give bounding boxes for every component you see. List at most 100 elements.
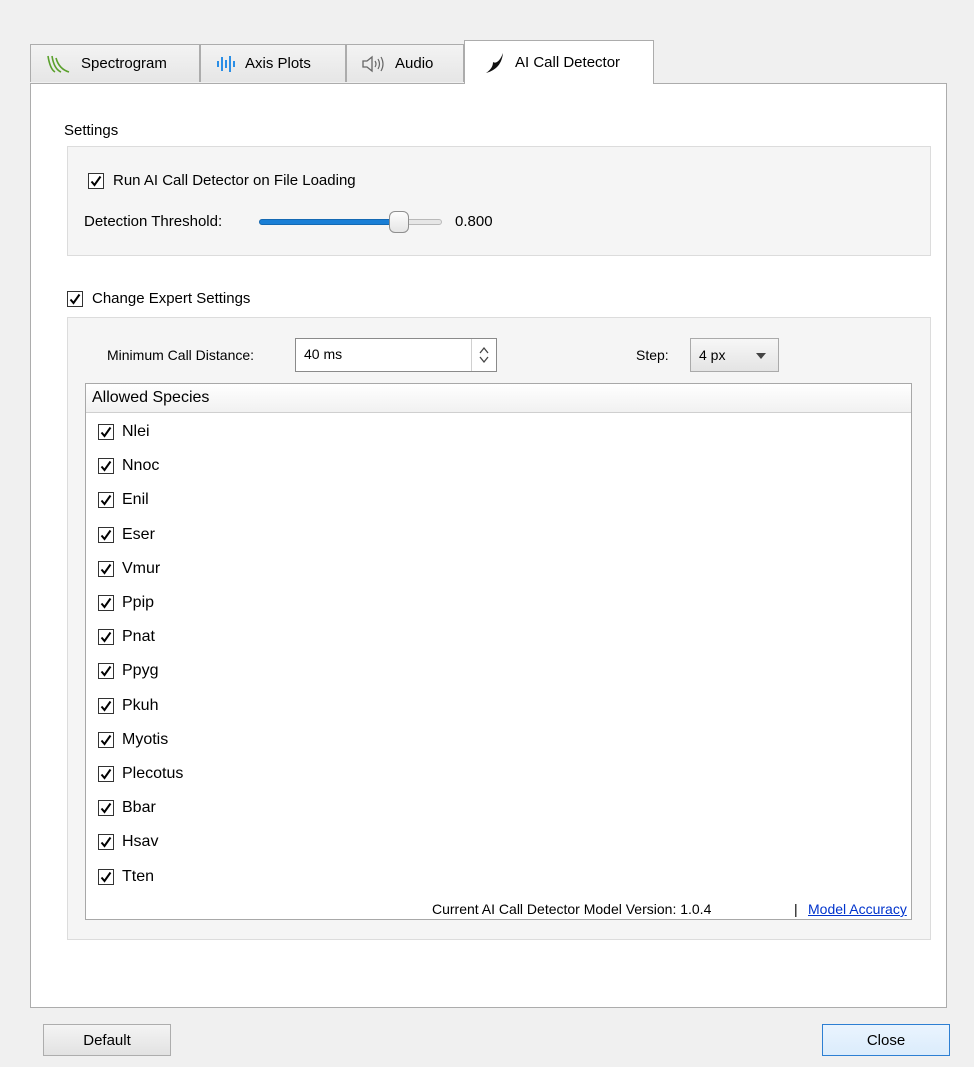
expert-settings-group: Minimum Call Distance: 40 ms Step: 4 px … [67, 317, 931, 940]
species-label: Pnat [122, 628, 155, 646]
ai-call-detector-panel: Settings Run AI Call Detector on File Lo… [30, 83, 947, 1008]
chevron-down-icon [756, 353, 766, 359]
step-dropdown[interactable]: 4 px [690, 338, 779, 372]
species-label: Myotis [122, 730, 169, 748]
min-call-distance-spinbox[interactable]: 40 ms [295, 338, 497, 372]
checkmark-icon [100, 427, 112, 438]
species-checkbox[interactable] [98, 663, 114, 680]
axis-plots-icon [215, 54, 237, 74]
tab-label: Audio [395, 55, 434, 72]
default-button[interactable]: Default [43, 1024, 171, 1056]
bat-wing-icon [483, 51, 507, 75]
species-label: Hsav [122, 833, 159, 851]
tab-spectrogram[interactable]: Spectrogram [30, 44, 200, 82]
species-label: Enil [122, 491, 149, 509]
spectrogram-icon [45, 53, 73, 75]
settings-group: Run AI Call Detector on File Loading Det… [67, 146, 931, 256]
checkmark-icon [100, 803, 112, 814]
species-checkbox[interactable] [98, 595, 114, 612]
checkmark-icon [90, 175, 102, 187]
tab-audio[interactable]: Audio [346, 44, 464, 82]
checkmark-icon [100, 597, 112, 609]
threshold-label: Detection Threshold: [84, 213, 223, 230]
species-label: Bbar [122, 799, 156, 817]
species-list-header: Allowed Species [86, 384, 911, 413]
species-row[interactable]: Myotis [86, 723, 911, 757]
run-on-load-checkbox[interactable] [88, 173, 104, 189]
model-version-text: Current AI Call Detector Model Version: … [432, 901, 712, 917]
species-checkbox[interactable] [98, 458, 114, 475]
species-label: Eser [122, 525, 155, 543]
species-label: Nnoc [122, 457, 160, 475]
checkmark-icon [100, 837, 112, 848]
tab-axis-plots[interactable]: Axis Plots [200, 44, 346, 82]
checkmark-icon [69, 293, 81, 305]
checkmark-icon [100, 666, 112, 678]
expert-settings-label: Change Expert Settings [92, 290, 251, 307]
spin-up-down-icon [479, 346, 489, 364]
species-row[interactable]: Eser [86, 518, 911, 552]
species-checkbox[interactable] [98, 765, 114, 782]
checkmark-icon [100, 529, 112, 541]
close-button[interactable]: Close [822, 1024, 950, 1056]
checkmark-icon [100, 871, 112, 883]
species-row[interactable]: Hsav [86, 825, 911, 859]
min-call-distance-label: Minimum Call Distance: [107, 347, 255, 363]
checkmark-icon [100, 461, 112, 472]
checkmark-icon [100, 768, 112, 780]
settings-section-title: Settings [64, 122, 119, 139]
species-checkbox[interactable] [98, 731, 114, 748]
min-call-distance-value: 40 ms [304, 346, 343, 362]
tab-label: Axis Plots [245, 55, 311, 72]
species-row[interactable]: Nlei [86, 415, 911, 449]
threshold-slider[interactable] [259, 211, 442, 233]
species-label: Ppip [122, 594, 155, 612]
species-label: Pkuh [122, 696, 159, 714]
version-separator: | [794, 901, 798, 917]
run-on-load-label: Run AI Call Detector on File Loading [113, 172, 356, 189]
species-row[interactable]: Pkuh [86, 689, 911, 723]
step-value: 4 px [699, 347, 726, 363]
species-row[interactable]: Plecotus [86, 757, 911, 791]
allowed-species-list[interactable]: Allowed Species Nlei Nnoc Enil Eser Vmur Ppip… [85, 383, 912, 920]
species-row[interactable]: Tten [86, 859, 911, 893]
threshold-value: 0.800 [455, 213, 493, 230]
species-checkbox[interactable] [98, 834, 114, 851]
species-label: Tten [122, 867, 155, 885]
checkmark-icon [100, 700, 112, 712]
species-checkbox[interactable] [98, 560, 114, 577]
species-label: Plecotus [122, 764, 184, 782]
species-checkbox[interactable] [98, 424, 114, 441]
species-checkbox[interactable] [98, 629, 114, 646]
species-row[interactable]: Bbar [86, 791, 911, 825]
tab-ai-call-detector[interactable]: AI Call Detector [464, 40, 654, 84]
step-label: Step: [636, 347, 669, 363]
species-label: Nlei [122, 423, 150, 441]
checkmark-icon [100, 495, 112, 507]
checkmark-icon [100, 632, 112, 643]
checkmark-icon [100, 563, 112, 575]
species-checkbox[interactable] [98, 800, 114, 817]
species-row[interactable]: Ppyg [86, 654, 911, 688]
model-accuracy-link[interactable]: Model Accuracy [808, 901, 907, 917]
species-rows: Nlei Nnoc Enil Eser Vmur Ppip Pnat Ppyg Pkuh Myot… [86, 413, 911, 894]
species-checkbox[interactable] [98, 526, 114, 543]
species-label: Vmur [122, 559, 161, 577]
species-checkbox[interactable] [98, 868, 114, 885]
slider-handle[interactable] [389, 211, 409, 233]
tab-label: Spectrogram [81, 55, 167, 72]
speaker-icon [361, 54, 387, 74]
species-row[interactable]: Ppip [86, 586, 911, 620]
species-row[interactable]: Nnoc [86, 449, 911, 483]
tab-label: AI Call Detector [515, 54, 621, 71]
species-label: Ppyg [122, 662, 159, 680]
species-row[interactable]: Enil [86, 483, 911, 517]
checkmark-icon [100, 734, 112, 746]
spin-arrows[interactable] [471, 339, 496, 371]
species-row[interactable]: Pnat [86, 620, 911, 654]
species-row[interactable]: Vmur [86, 552, 911, 586]
species-checkbox[interactable] [98, 697, 114, 714]
species-checkbox[interactable] [98, 492, 114, 509]
slider-fill [259, 219, 399, 225]
expert-settings-checkbox[interactable] [67, 291, 83, 307]
